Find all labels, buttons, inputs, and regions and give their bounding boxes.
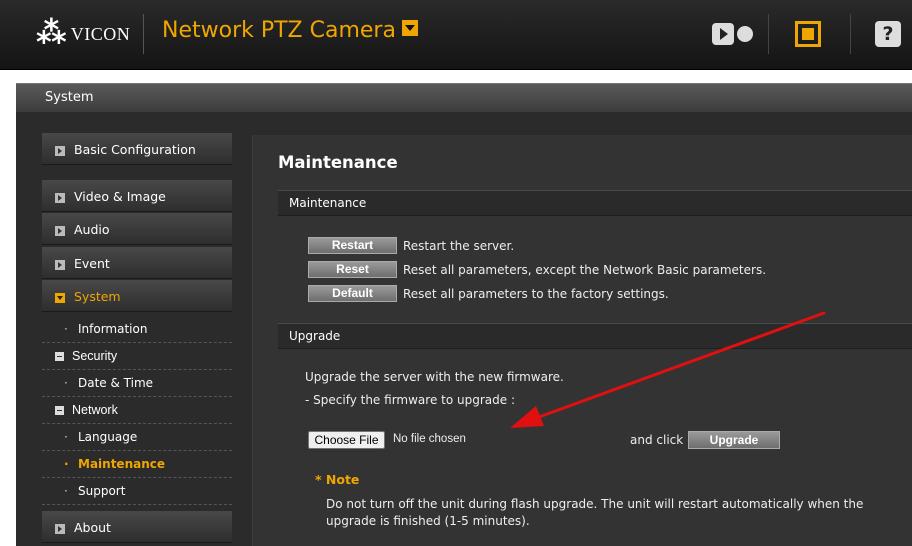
sidebar-item-video-image[interactable]: Video & Image (42, 180, 232, 212)
section-header-label: Upgrade (289, 329, 341, 343)
sidebar-item-event[interactable]: Event (42, 247, 232, 279)
note-title: * Note (315, 472, 360, 487)
sidebar-item-label: System (74, 289, 121, 304)
sidebar-item-label: About (74, 520, 111, 535)
header-divider (768, 14, 769, 54)
sidebar-subitem-information[interactable]: · Information (42, 316, 232, 343)
header-divider (850, 14, 851, 54)
sidebar-item-about[interactable]: About (42, 511, 232, 543)
live-view-icon[interactable] (710, 14, 754, 54)
restart-button[interactable]: Restart (308, 237, 397, 254)
collapse-icon (55, 293, 65, 303)
upgrade-button[interactable]: Upgrade (688, 431, 780, 449)
sidebar-subitem-label: Language (78, 430, 138, 444)
bullet-icon: · (64, 322, 68, 336)
restart-description: Restart the server. (403, 239, 515, 253)
app-title[interactable]: Network PTZ Camera (162, 18, 418, 43)
expand-icon (55, 226, 65, 236)
sidebar: Basic Configuration Video & Image Audio … (42, 133, 232, 546)
help-icon[interactable]: ? (868, 14, 908, 54)
bullet-icon: · (64, 457, 69, 471)
chevron-down-icon[interactable] (401, 20, 418, 36)
sidebar-item-system[interactable]: System (42, 280, 232, 312)
expand-square-icon (55, 352, 64, 361)
default-button[interactable]: Default (308, 285, 397, 302)
sidebar-item-audio[interactable]: Audio (42, 213, 232, 245)
upgrade-specify-label: - Specify the firmware to upgrade : (305, 393, 515, 407)
setup-icon[interactable] (788, 14, 828, 54)
top-header: ⁂ VICON Network PTZ Camera ? (0, 0, 912, 70)
and-click-label: and click (630, 433, 684, 447)
expand-icon (55, 524, 65, 534)
bullet-icon: · (64, 376, 68, 390)
choose-file-button[interactable]: Choose File (308, 431, 385, 449)
maintenance-section-header: Maintenance (278, 190, 912, 216)
file-status: No file chosen (393, 433, 466, 445)
sidebar-subitem-security[interactable]: Security (42, 343, 232, 370)
section-bar: System (16, 83, 912, 112)
sidebar-subitem-label: Date & Time (78, 376, 154, 390)
sidebar-item-label: Video & Image (74, 189, 166, 204)
upgrade-instruction: Upgrade the server with the new firmware… (305, 370, 564, 384)
header-divider (143, 14, 144, 54)
reset-button[interactable]: Reset (308, 261, 397, 278)
expand-square-icon (55, 406, 64, 415)
sidebar-subitem-language[interactable]: · Language (42, 424, 232, 451)
default-description: Reset all parameters to the factory sett… (403, 287, 669, 301)
sidebar-subitem-label: Security (72, 349, 118, 363)
help-glyph: ? (875, 21, 901, 47)
sidebar-item-label: Basic Configuration (74, 142, 196, 157)
section-title: System (45, 90, 94, 105)
sidebar-subitem-label: Maintenance (78, 457, 166, 471)
vicon-logo: ⁂ VICON (36, 16, 130, 52)
sidebar-subitem-label: Network (72, 403, 118, 417)
page-title: Maintenance (278, 153, 398, 172)
section-header-label: Maintenance (289, 196, 367, 210)
bullet-icon: · (64, 484, 68, 498)
app-title-text: Network PTZ Camera (162, 18, 396, 43)
logo-text: VICON (70, 23, 131, 44)
sidebar-subitem-label: Information (78, 322, 148, 336)
upgrade-section-header: Upgrade (278, 323, 912, 349)
sidebar-subitem-support[interactable]: · Support (42, 478, 232, 505)
vicon-logo-mark-icon: ⁂ (36, 16, 67, 51)
sidebar-item-label: Event (74, 256, 110, 271)
sidebar-item-basic-configuration[interactable]: Basic Configuration (42, 133, 232, 165)
sidebar-subitem-maintenance[interactable]: · Maintenance (42, 451, 232, 478)
sidebar-subitem-network[interactable]: Network (42, 397, 232, 424)
expand-icon (55, 146, 65, 156)
note-text: Do not turn off the unit during flash up… (326, 497, 864, 528)
expand-icon (55, 193, 65, 203)
bullet-icon: · (64, 430, 68, 444)
expand-icon (55, 260, 65, 270)
reset-description: Reset all parameters, except the Network… (403, 263, 767, 277)
sidebar-subitem-label: Support (78, 484, 126, 498)
sidebar-item-label: Audio (74, 222, 110, 237)
sidebar-subitem-date-time[interactable]: · Date & Time (42, 370, 232, 397)
